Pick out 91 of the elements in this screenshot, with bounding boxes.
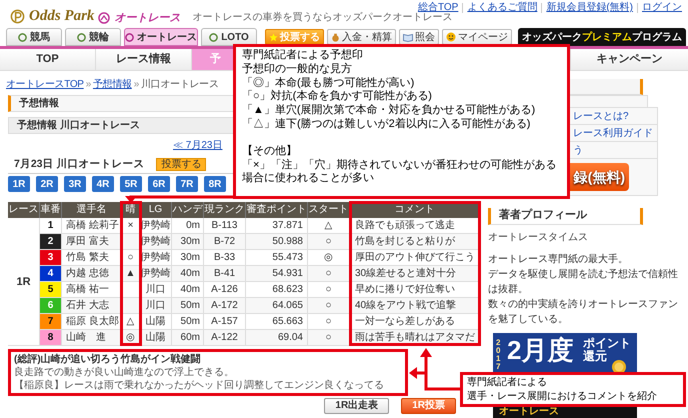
breadcrumb-separator: » <box>134 78 140 92</box>
table-cell: 川口 <box>140 298 172 314</box>
breadcrumb-separator: » <box>86 78 91 92</box>
callout-text: 「×」「注」「穴」期待されていないが番狂わせの可能性がある場合に使われることが多い <box>242 158 558 186</box>
car-number-cell: 3 <box>40 250 62 266</box>
rider-name-cell: 竹島 繁夫 <box>62 250 122 266</box>
profile-text: データを駆使し展開を読む予想法で信頼性は抜群。 <box>488 268 679 297</box>
comment-cell: 厚田のアウト伸びて行こう <box>350 250 480 266</box>
table-cell: A-172 <box>204 298 246 314</box>
table-cell: 30m <box>172 250 204 266</box>
table-cell: 64.065 <box>246 298 308 314</box>
callout-text: 【その他】 <box>242 144 298 158</box>
callout-text: 専門紙記者による予想印 <box>242 49 364 62</box>
profile-text: オートレース専門紙の最大手。 <box>488 252 629 267</box>
breadcrumb-current: 川口オートレース <box>141 78 219 92</box>
table-cell: 37.871 <box>246 218 308 234</box>
rider-name-cell: 山崎 進 <box>62 330 122 346</box>
comment-cell: 30線差せると連対十分 <box>350 266 480 282</box>
race-title: 7月23日 川口オートレース <box>13 156 144 172</box>
table-cell: A-126 <box>204 282 246 298</box>
rider-name-cell: 稲原 良太郎 <box>62 314 122 330</box>
callout-text: 選手・レース展開におけるコメントを紹介 <box>467 390 658 404</box>
table-cell: B-72 <box>204 234 246 250</box>
table-cell: 50.988 <box>246 234 308 250</box>
car-number-cell: 4 <box>40 266 62 282</box>
column-header: スタート <box>308 202 350 218</box>
table-cell: 68.623 <box>246 282 308 298</box>
race-cell: 1R <box>8 218 40 346</box>
profile-heading: 著者プロフィール <box>488 208 643 225</box>
table-cell: ○ <box>308 330 350 346</box>
column-header: レース <box>8 202 40 218</box>
table-cell: ○ <box>308 298 350 314</box>
table-cell: 山陽 <box>140 314 172 330</box>
banner-title: 2月度 <box>507 335 574 365</box>
car-number-cell: 8 <box>40 330 62 346</box>
sub-logo: オートレース <box>114 12 180 24</box>
table-cell: 65.663 <box>246 314 308 330</box>
car-number-cell: 7 <box>40 314 62 330</box>
table-cell: 30m <box>172 234 204 250</box>
column-header: 選手名 <box>62 202 122 218</box>
tagline: オートレースの車券を買うならオッズパークオートレース <box>192 12 452 24</box>
column-header: 現ランク <box>204 202 246 218</box>
table-cell: 山陽 <box>140 330 172 346</box>
table-cell: 川口 <box>140 282 172 298</box>
callout-text: 予想印の一般的な見方 <box>242 62 353 77</box>
table-cell: B-41 <box>204 266 246 282</box>
summary-text: 良走路での動きが良い山崎進なので浮上できる。 <box>14 366 235 379</box>
logo-text: Odds Park <box>29 8 94 24</box>
banner-footer: オートレース <box>493 406 637 418</box>
table-cell: 40m <box>172 266 204 282</box>
callout-text: 「◎」本命(最も勝つ可能性が高い) <box>242 76 416 90</box>
comment-cell: 40線をアウト戦で追撃 <box>350 298 480 314</box>
callout-text: 専門紙記者による <box>467 376 548 390</box>
table-cell: 0m <box>172 218 204 234</box>
rider-name-cell: 厚田 富夫 <box>62 234 122 250</box>
profile-text: 数々の的中実績を誇りオートレースファンを魅了している。 <box>488 298 679 327</box>
column-header: LG <box>140 202 172 218</box>
banner-text: 還元 <box>583 350 608 363</box>
column-header: ハンデ <box>172 202 204 218</box>
comment-cell: 良路でも頑張って逃走 <box>350 218 480 234</box>
column-header: 審査ポイント <box>246 202 308 218</box>
rider-name-cell: 高橋 祐一 <box>62 282 122 298</box>
table-cell: 54.931 <box>246 266 308 282</box>
car-number-cell: 1 <box>40 218 62 234</box>
car-number-cell: 5 <box>40 282 62 298</box>
column-header: 車番 <box>40 202 62 218</box>
rider-name-cell: 石井 大志 <box>62 298 122 314</box>
table-cell: 50m <box>172 298 204 314</box>
car-number-cell: 6 <box>40 298 62 314</box>
table-cell: 50m <box>172 314 204 330</box>
summary-title: (総評)山崎が追い切ろう竹島がイン戦健闘 <box>14 353 202 366</box>
rider-name-cell: 内越 忠徳 <box>62 266 122 282</box>
banner-year: 2017 <box>496 339 502 371</box>
table-cell: 69.04 <box>246 330 308 346</box>
comment-cell: 早めに捲りで好位奪い <box>350 282 480 298</box>
table-cell: ○ <box>308 234 350 250</box>
comment-cell: 一対一なら差しがある <box>350 314 480 330</box>
table-cell: B-33 <box>204 250 246 266</box>
table-cell: 60m <box>172 330 204 346</box>
table-cell: B-113 <box>204 218 246 234</box>
table-cell: A-122 <box>204 330 246 346</box>
table-cell: A-157 <box>204 314 246 330</box>
car-number-cell: 2 <box>40 234 62 250</box>
table-cell: 40m <box>172 282 204 298</box>
banner-text: ポイント <box>583 337 631 350</box>
rider-name-cell: 高橋 絵莉子 <box>62 218 122 234</box>
table-cell: 55.473 <box>246 250 308 266</box>
table-cell: ○ <box>308 266 350 282</box>
comment-cell: 竹島を封じると粘りが <box>350 234 480 250</box>
summary-text: 【稲原良】レースは雨で乗れなかったがヘッド回り調整してエンジン良くなってる <box>14 379 385 392</box>
author-name: オートレースタイムス <box>488 231 589 244</box>
